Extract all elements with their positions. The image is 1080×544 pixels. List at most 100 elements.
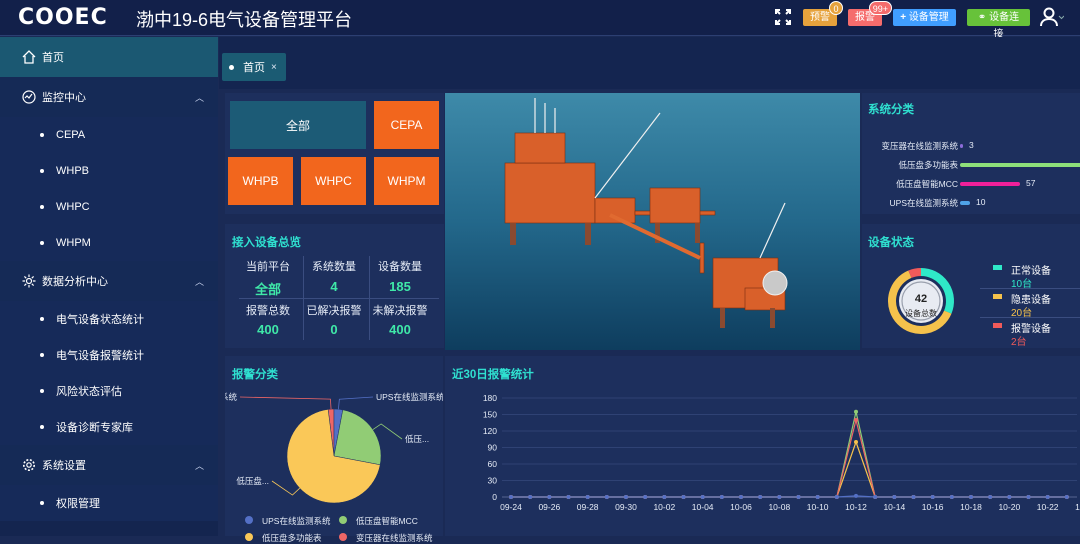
platform-button-whpc[interactable]: WHPC [301, 157, 366, 205]
system-class-value: 57 [1026, 178, 1036, 188]
x-tick-label: 09-24 [500, 502, 522, 512]
sidebar-group-analysis[interactable]: 数据分析中心 ︿ [0, 261, 218, 301]
platform-button-whpb[interactable]: WHPB [228, 157, 293, 205]
y-tick-label: 90 [488, 443, 498, 453]
sidebar-item-whpm[interactable]: WHPM [0, 225, 218, 261]
x-tick-label: 10-14 [883, 502, 905, 512]
legend-label: 低压盘多功能表 [262, 533, 322, 543]
sidebar-item-home[interactable]: 首页 [0, 37, 218, 77]
close-icon[interactable]: × [271, 62, 277, 73]
sidebar-item-cepa[interactable]: CEPA [0, 117, 218, 153]
bullet-icon [40, 133, 44, 137]
chevron-up-icon: ︿ [194, 93, 204, 103]
series-point [681, 495, 686, 499]
stat-label: 已解决报警 [306, 305, 362, 317]
pie-slice-label: 低压盘... [236, 476, 269, 486]
bullet-icon [40, 205, 44, 209]
sidebar-item-risk-assessment[interactable]: 风险状态评估 [0, 373, 218, 409]
stat-label: 设备数量 [378, 261, 422, 273]
series-point [509, 495, 513, 499]
panel-title: 接入设备总览 [232, 237, 301, 249]
sidebar-item-label: 设备诊断专家库 [56, 422, 133, 434]
system-class-label: 低压盘多功能表 [898, 160, 958, 170]
tab-label: 首页 [243, 62, 265, 74]
panel-title: 报警分类 [232, 369, 278, 381]
platform-button-whpm[interactable]: WHPM [374, 157, 439, 205]
alarm-count-badge: 99+ [868, 1, 892, 15]
sidebar-group-monitor[interactable]: 监控中心 ︿ [0, 77, 218, 117]
x-tick-label: 10-24 [1075, 502, 1080, 512]
device-connect-button[interactable]: ⚭ 设备连接 [967, 9, 1030, 40]
sidebar-item-whpc[interactable]: WHPC [0, 189, 218, 225]
stat-label: 系统数量 [312, 261, 356, 273]
divider [239, 298, 439, 299]
warning-count-badge: 0 [829, 1, 843, 15]
platform-button-all[interactable]: 全部 [230, 101, 366, 149]
device-management-button[interactable]: + 设备管理 [893, 9, 956, 26]
fullscreen-icon[interactable] [775, 9, 791, 25]
sidebar-item-permissions[interactable]: 权限管理 [0, 485, 218, 521]
pie-slice-label: 变压器在线监测系统 [225, 392, 237, 402]
stat-value: 4 [330, 279, 338, 294]
alarm-classes-panel: 报警分类 变压器在线监测系统UPS在线监测系统低压...低压盘... UPS在线… [225, 356, 443, 543]
series-point [643, 495, 648, 499]
chevron-up-icon: ︿ [194, 277, 204, 287]
stat-value: 0 [330, 322, 338, 337]
bullet-icon [40, 501, 44, 505]
device-management-label: 设备管理 [908, 12, 949, 23]
warning-button[interactable]: 预警 0 [803, 1, 843, 26]
platform-button-cepa[interactable]: CEPA [374, 101, 439, 149]
status-swatch [993, 265, 1002, 270]
pie-slice-label: UPS在线监测系统 [376, 392, 443, 402]
tab-bar: 首页 × [219, 37, 1080, 89]
series-point [834, 495, 839, 499]
system-class-value: 10 [976, 197, 986, 207]
series-point [854, 440, 858, 444]
series-point [528, 495, 533, 499]
x-tick-label: 10-18 [960, 502, 982, 512]
series-point [815, 495, 820, 499]
x-tick-label: 10-22 [1037, 502, 1059, 512]
plus-icon: + [900, 12, 907, 23]
sidebar-group-settings[interactable]: 系统设置 ︿ [0, 445, 218, 485]
sidebar-item-device-alarm-stats[interactable]: 电气设备报警统计 [0, 337, 218, 373]
system-class-label: UPS在线监测系统 [889, 198, 958, 208]
device-connect-label: 设备连接 [989, 12, 1020, 40]
system-class-label: 低压盘智能MCC [896, 179, 958, 189]
x-tick-label: 10-08 [768, 502, 790, 512]
series-point [777, 495, 782, 499]
series-point [585, 495, 590, 499]
user-icon[interactable] [1040, 6, 1064, 28]
gear-icon [23, 459, 35, 471]
system-class-label: 变压器在线监测系统 [881, 141, 958, 151]
app-title: 渤中19-6电气设备管理平台 [136, 10, 353, 30]
series-point [624, 495, 628, 499]
monitor-icon [22, 90, 36, 104]
analysis-icon [22, 274, 36, 288]
sidebar-group-label: 数据分析中心 [42, 276, 108, 288]
series-point [796, 495, 801, 499]
series-point [1045, 495, 1050, 499]
active-dot-icon [229, 64, 234, 70]
legend-label: UPS在线监测系统 [262, 516, 331, 526]
sidebar-item-device-status-stats[interactable]: 电气设备状态统计 [0, 301, 218, 337]
series-point [854, 418, 858, 422]
legend-swatch [339, 516, 347, 524]
sidebar-item-whpb[interactable]: WHPB [0, 153, 218, 189]
status-swatch [993, 323, 1002, 328]
link-icon: ⚭ [977, 12, 987, 23]
sidebar-group-label: 系统设置 [42, 460, 86, 472]
bullet-icon [40, 317, 44, 321]
series-line [511, 440, 1067, 498]
bullet-icon [40, 353, 44, 357]
sidebar-group-label: 监控中心 [42, 92, 86, 104]
sidebar-item-expert-library[interactable]: 设备诊断专家库 [0, 409, 218, 445]
alarm-button[interactable]: 报警 99+ [848, 1, 892, 26]
stat-value: 185 [389, 279, 411, 294]
tab-home[interactable]: 首页 × [222, 53, 286, 81]
y-tick-label: 30 [488, 476, 498, 486]
x-tick-label: 09-28 [577, 502, 599, 512]
panel-title: 设备状态 [868, 237, 914, 249]
series-point [1026, 495, 1031, 499]
legend-label: 低压盘智能MCC [356, 516, 418, 526]
